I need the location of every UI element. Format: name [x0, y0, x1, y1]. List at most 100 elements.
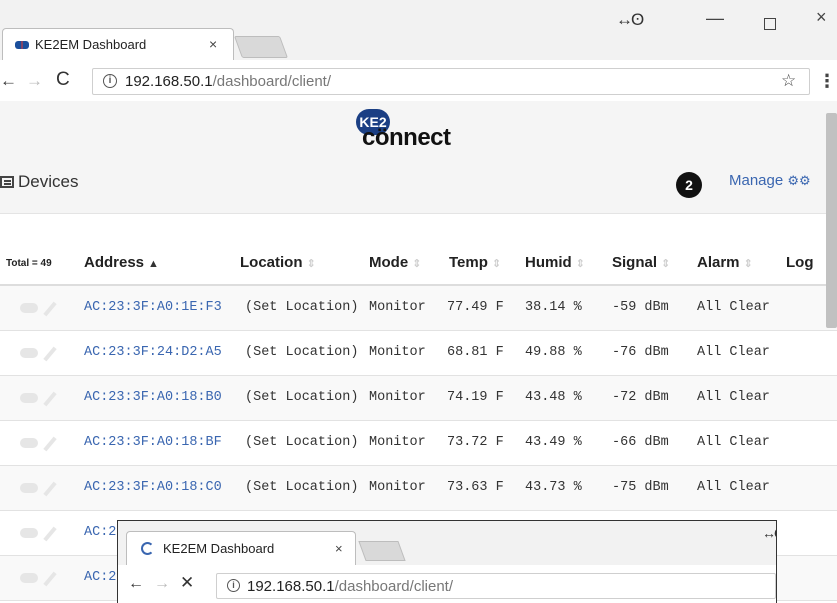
ke2-favicon-icon [15, 41, 29, 49]
scrollbar[interactable] [826, 113, 837, 328]
address-bar[interactable]: i 192.168.50.1/dashboard/client/ ☆ [92, 68, 810, 95]
row-actions [20, 525, 76, 542]
col-signal[interactable]: Signal ⇕ [612, 254, 670, 271]
bookmark-star-icon[interactable]: ☆ [781, 71, 796, 91]
cell-address[interactable]: AC:23:3F:A0:18:B0 [84, 390, 222, 405]
tab-close-icon[interactable]: × [335, 541, 343, 556]
cell-temp: 77.49 F [447, 300, 504, 315]
col-address[interactable]: Address ▲ [84, 254, 159, 271]
sort-icon: ⇕ [491, 258, 502, 270]
cell-location[interactable]: (Set Location) [245, 435, 358, 450]
back-arrow-icon[interactable]: ← [0, 71, 17, 91]
cloud-icon[interactable] [20, 303, 38, 313]
total-count: Total = 49 [6, 258, 52, 269]
ke2-connect-logo: KE2 cönnect [356, 109, 466, 151]
tab-close-icon[interactable]: × [209, 36, 217, 52]
cell-signal: -76 dBm [612, 345, 669, 360]
cloud-icon[interactable] [20, 573, 38, 583]
cloud-icon[interactable] [20, 528, 38, 538]
cell-signal: -72 dBm [612, 390, 669, 405]
manage-link[interactable]: Manage ⚙⚙ [729, 172, 811, 189]
logo-bar: KE2 cönnect [0, 101, 837, 159]
col-humid[interactable]: Humid ⇕ [525, 254, 585, 271]
url-host: 192.168.50.1 [125, 73, 213, 90]
pencil-icon[interactable] [43, 301, 57, 317]
stop-icon[interactable]: ✕ [180, 573, 194, 593]
cell-alarm: All Clear [697, 390, 770, 405]
browser-tab[interactable]: KE2EM Dashboard × [2, 28, 234, 60]
table-row[interactable]: AC:23:3F:A0:18:B0 (Set Location) Monitor 74… [0, 376, 837, 421]
url-text[interactable]: 192.168.50.1/dashboard/client/ [125, 73, 331, 90]
address-bar[interactable]: i 192.168.50.1/dashboard/client/ [216, 573, 776, 599]
cell-address[interactable]: AC:23:3F:A0:18:BF [84, 435, 222, 450]
row-actions [20, 390, 76, 407]
maximize-button[interactable] [764, 18, 776, 30]
col-location[interactable]: Location ⇕ [240, 254, 316, 271]
forward-arrow-icon[interactable]: → [26, 71, 43, 91]
cell-address[interactable]: AC:2 [84, 570, 116, 585]
pencil-icon[interactable] [43, 526, 57, 542]
pencil-icon[interactable] [43, 391, 57, 407]
sort-icon: ⇕ [412, 258, 422, 270]
close-window-button[interactable]: × [816, 7, 827, 28]
cloud-icon[interactable] [20, 348, 38, 358]
info-icon[interactable]: i [103, 74, 117, 88]
row-actions [20, 570, 76, 587]
cell-humid: 38.14 % [525, 300, 582, 315]
devices-header: Devices 2 Manage ⚙⚙ [0, 159, 837, 214]
cell-location[interactable]: (Set Location) [245, 390, 358, 405]
table-row[interactable]: AC:23:3F:24:D2:A5 (Set Location) Monitor 68… [0, 331, 837, 376]
browser-tab[interactable]: KE2EM Dashboard × [126, 531, 356, 565]
cloud-icon[interactable] [20, 438, 38, 448]
url-path: /dashboard/client/ [334, 578, 454, 595]
cell-location[interactable]: (Set Location) [245, 300, 358, 315]
row-actions [20, 300, 76, 317]
cell-address[interactable]: AC:23:3F:A0:18:C0 [84, 480, 222, 495]
table-row[interactable]: AC:23:3F:A0:1E:F3 (Set Location) Monitor 77… [0, 286, 837, 331]
pencil-icon[interactable] [43, 571, 57, 587]
col-mode[interactable]: Mode ⇕ [369, 254, 421, 271]
cell-alarm: All Clear [697, 480, 770, 495]
col-alarm[interactable]: Alarm ⇕ [697, 254, 753, 271]
cell-mode: Monitor [369, 480, 426, 495]
page-title: Devices [18, 172, 79, 191]
col-temp[interactable]: Temp ⇕ [449, 254, 501, 271]
browser-toolbar: ← → C i 192.168.50.1/dashboard/client/ ☆… [0, 60, 837, 101]
table-row[interactable]: AC:23:3F:A0:18:BF (Set Location) Monitor 73… [0, 421, 837, 466]
cell-address[interactable]: AC:2 [84, 525, 116, 540]
cell-alarm: All Clear [697, 435, 770, 450]
reload-icon[interactable]: C [56, 69, 70, 91]
profile-icon[interactable]: ↔ʘ [616, 10, 644, 30]
col-log[interactable]: Log [786, 254, 814, 271]
sort-asc-icon: ▲ [148, 258, 159, 270]
cell-location[interactable]: (Set Location) [245, 345, 358, 360]
sort-icon: ⇕ [661, 258, 671, 270]
profile-icon[interactable]: ↔ʘ [762, 525, 776, 541]
second-browser-window: KE2EM Dashboard × ↔ʘ ← → ✕ i 192.168.50.… [117, 520, 777, 603]
tab-title: KE2EM Dashboard [163, 541, 275, 556]
cell-address[interactable]: AC:23:3F:24:D2:A5 [84, 345, 222, 360]
pencil-icon[interactable] [43, 481, 57, 497]
cell-address[interactable]: AC:23:3F:A0:1E:F3 [84, 300, 222, 315]
cell-temp: 73.72 F [447, 435, 504, 450]
new-tab-button[interactable] [233, 36, 289, 58]
minimize-button[interactable]: — [706, 8, 724, 29]
cloud-icon[interactable] [20, 393, 38, 403]
row-actions [20, 345, 76, 362]
cloud-icon[interactable] [20, 483, 38, 493]
pencil-icon[interactable] [43, 436, 57, 452]
back-arrow-icon[interactable]: ← [128, 575, 144, 593]
loading-spinner-icon [141, 542, 154, 555]
url-text[interactable]: 192.168.50.1/dashboard/client/ [247, 578, 453, 595]
browser-menu-icon[interactable]: ⋮ [818, 71, 836, 92]
cell-mode: Monitor [369, 390, 426, 405]
row-actions [20, 480, 76, 497]
new-tab-button[interactable] [358, 541, 406, 561]
cell-location[interactable]: (Set Location) [245, 480, 358, 495]
info-icon[interactable]: i [227, 579, 240, 592]
gears-icon: ⚙⚙ [787, 173, 811, 188]
url-path: /dashboard/client/ [212, 73, 332, 90]
table-row[interactable]: AC:23:3F:A0:18:C0 (Set Location) Monitor 73… [0, 466, 837, 511]
forward-arrow-icon[interactable]: → [154, 575, 170, 593]
pencil-icon[interactable] [43, 346, 57, 362]
